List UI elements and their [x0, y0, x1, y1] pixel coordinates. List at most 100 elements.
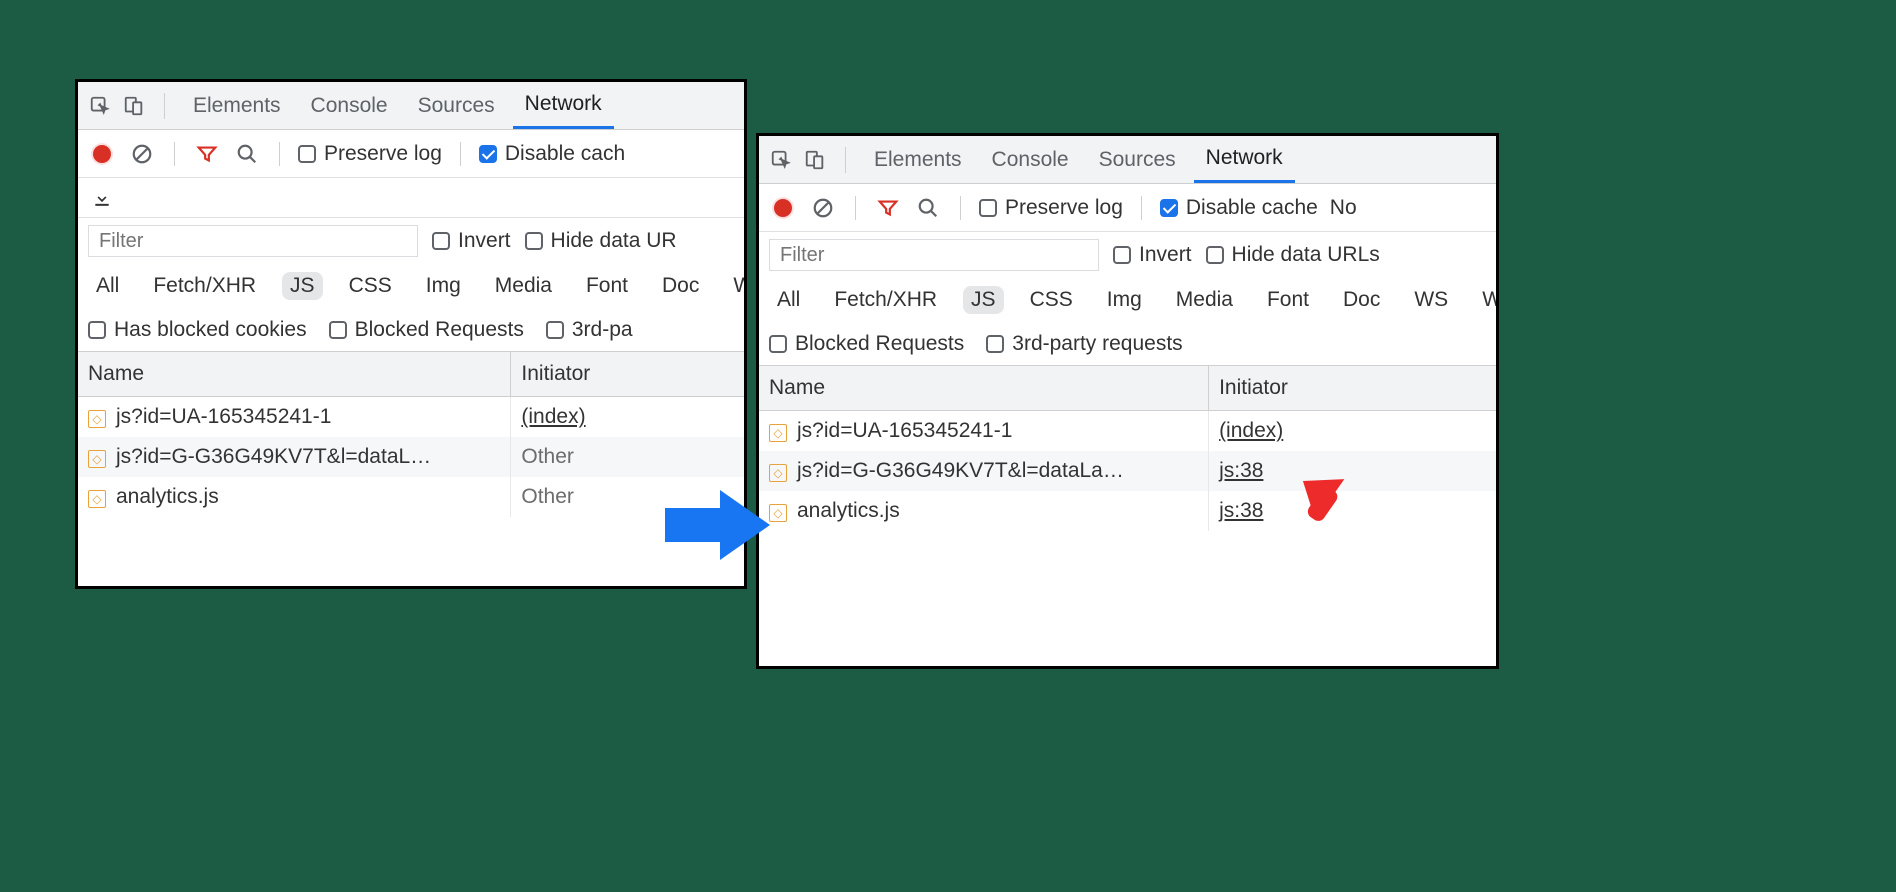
- initiator-link[interactable]: (index): [521, 405, 585, 428]
- download-row: [78, 178, 744, 218]
- tab-sources[interactable]: Sources: [406, 82, 507, 129]
- tab-sources[interactable]: Sources: [1087, 136, 1188, 183]
- table-row[interactable]: ◇ analytics.js Other: [78, 477, 744, 517]
- hide-data-urls-checkbox[interactable]: Hide data UR: [525, 229, 677, 253]
- type-js[interactable]: JS: [963, 286, 1004, 314]
- table-row[interactable]: ◇ js?id=G-G36G49KV7T&l=dataL… Other: [78, 437, 744, 477]
- preserve-log-checkbox[interactable]: Preserve log: [979, 196, 1123, 220]
- clear-icon[interactable]: [128, 140, 156, 168]
- type-ws[interactable]: WS: [725, 272, 744, 300]
- record-icon[interactable]: [88, 140, 116, 168]
- initiator-link[interactable]: js:38: [1219, 499, 1263, 522]
- request-name: js?id=G-G36G49KV7T&l=dataL…: [116, 445, 431, 468]
- request-name: js?id=UA-165345241-1: [116, 405, 331, 428]
- col-name[interactable]: Name: [78, 352, 511, 397]
- separator: [855, 196, 856, 220]
- third-party-checkbox[interactable]: 3rd-party requests: [986, 332, 1182, 356]
- third-party-checkbox[interactable]: 3rd-pa: [546, 318, 633, 342]
- record-icon[interactable]: [769, 194, 797, 222]
- type-xhr[interactable]: Fetch/XHR: [145, 272, 264, 300]
- type-img[interactable]: Img: [1099, 286, 1150, 314]
- type-ws[interactable]: WS: [1406, 286, 1456, 314]
- tab-network[interactable]: Network: [1194, 136, 1295, 183]
- blocked-cookies-checkbox[interactable]: Has blocked cookies: [88, 318, 307, 342]
- type-css[interactable]: CSS: [1022, 286, 1081, 314]
- extra-filters: Has blocked cookies Blocked Requests 3rd…: [78, 308, 744, 352]
- js-file-icon: ◇: [88, 450, 106, 468]
- filter-input[interactable]: [769, 239, 1099, 271]
- separator: [279, 142, 280, 166]
- invert-checkbox[interactable]: Invert: [1113, 243, 1192, 267]
- separator: [845, 147, 846, 173]
- type-media[interactable]: Media: [487, 272, 560, 300]
- hide-data-urls-checkbox[interactable]: Hide data URLs: [1206, 243, 1380, 267]
- disable-cache-checkbox[interactable]: Disable cach: [479, 142, 625, 166]
- request-table: Name Initiator ◇js?id=UA-165345241-1 (in…: [759, 366, 1496, 531]
- initiator-link[interactable]: (index): [1219, 419, 1283, 442]
- col-initiator[interactable]: Initiator: [1209, 366, 1496, 411]
- col-initiator[interactable]: Initiator: [511, 352, 744, 397]
- separator: [164, 93, 165, 119]
- tab-elements[interactable]: Elements: [181, 82, 293, 129]
- type-img[interactable]: Img: [418, 272, 469, 300]
- table-row[interactable]: ◇js?id=UA-165345241-1 (index): [759, 411, 1496, 452]
- filter-icon[interactable]: [874, 194, 902, 222]
- network-toolbar: Preserve log Disable cach: [78, 130, 744, 178]
- blocked-requests-checkbox[interactable]: Blocked Requests: [769, 332, 964, 356]
- js-file-icon: ◇: [88, 410, 106, 428]
- request-table: Name Initiator ◇ js?id=UA-165345241-1 (in…: [78, 352, 744, 517]
- request-name: js?id=G-G36G49KV7T&l=dataLa…: [797, 459, 1124, 482]
- devtools-panel-before: Elements Console Sources Network Preserv…: [75, 79, 747, 589]
- main-tabs: Elements Console Sources Network: [78, 82, 744, 130]
- type-doc[interactable]: Doc: [654, 272, 707, 300]
- separator: [960, 196, 961, 220]
- type-media[interactable]: Media: [1168, 286, 1241, 314]
- blocked-requests-checkbox[interactable]: Blocked Requests: [329, 318, 524, 342]
- initiator-label: Other: [521, 445, 574, 468]
- type-doc[interactable]: Doc: [1335, 286, 1388, 314]
- table-row[interactable]: ◇ js?id=UA-165345241-1 (index): [78, 397, 744, 438]
- table-row[interactable]: ◇ js?id=G-G36G49KV7T&l=dataLa… js:38: [759, 451, 1496, 491]
- type-filter-row: All Fetch/XHR JS CSS Img Media Font Doc …: [759, 278, 1496, 322]
- type-all[interactable]: All: [769, 286, 808, 314]
- search-icon[interactable]: [233, 140, 261, 168]
- search-icon[interactable]: [914, 194, 942, 222]
- js-file-icon: ◇: [88, 490, 106, 508]
- tab-network[interactable]: Network: [513, 82, 614, 129]
- filter-input[interactable]: [88, 225, 418, 257]
- type-font[interactable]: Font: [578, 272, 636, 300]
- inspect-icon[interactable]: [767, 146, 795, 174]
- invert-checkbox[interactable]: Invert: [432, 229, 511, 253]
- initiator-link[interactable]: js:38: [1219, 459, 1263, 482]
- type-css[interactable]: CSS: [341, 272, 400, 300]
- separator: [460, 142, 461, 166]
- preserve-log-checkbox[interactable]: Preserve log: [298, 142, 442, 166]
- main-tabs: Elements Console Sources Network: [759, 136, 1496, 184]
- tab-console[interactable]: Console: [980, 136, 1081, 183]
- extra-filters: Blocked Requests 3rd-party requests: [759, 322, 1496, 366]
- table-row[interactable]: ◇analytics.js js:38: [759, 491, 1496, 531]
- separator: [174, 142, 175, 166]
- request-name: analytics.js: [116, 485, 219, 508]
- tab-elements[interactable]: Elements: [862, 136, 974, 183]
- device-toggle-icon[interactable]: [120, 92, 148, 120]
- type-all[interactable]: All: [88, 272, 127, 300]
- device-toggle-icon[interactable]: [801, 146, 829, 174]
- initiator-label: Other: [521, 485, 574, 508]
- js-file-icon: ◇: [769, 464, 787, 482]
- tab-console[interactable]: Console: [299, 82, 400, 129]
- type-wasm[interactable]: Wasn: [1474, 286, 1496, 314]
- clear-icon[interactable]: [809, 194, 837, 222]
- col-name[interactable]: Name: [759, 366, 1209, 411]
- download-icon[interactable]: [88, 184, 116, 212]
- js-file-icon: ◇: [769, 424, 787, 442]
- filter-bar: Invert Hide data UR: [78, 218, 744, 264]
- type-js[interactable]: JS: [282, 272, 323, 300]
- type-xhr[interactable]: Fetch/XHR: [826, 286, 945, 314]
- devtools-panel-after: Elements Console Sources Network Preserv…: [756, 133, 1499, 669]
- type-filter-row: All Fetch/XHR JS CSS Img Media Font Doc …: [78, 264, 744, 308]
- filter-icon[interactable]: [193, 140, 221, 168]
- disable-cache-checkbox[interactable]: Disable cache: [1160, 196, 1318, 220]
- type-font[interactable]: Font: [1259, 286, 1317, 314]
- inspect-icon[interactable]: [86, 92, 114, 120]
